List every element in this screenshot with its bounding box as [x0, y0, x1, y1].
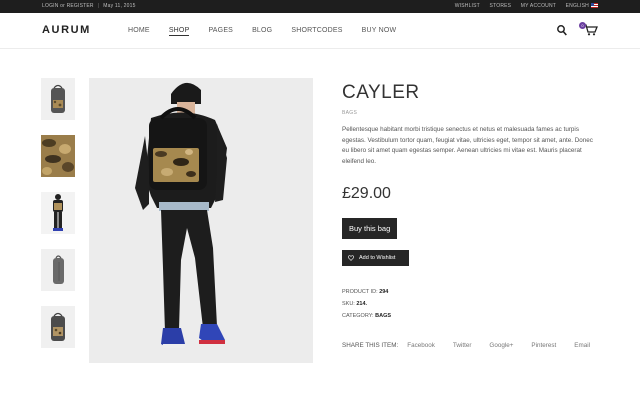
wishlist-label: Add to Wishlist	[359, 255, 396, 261]
buy-button[interactable]: Buy this bag	[342, 218, 398, 239]
main-product-image[interactable]	[89, 78, 313, 363]
nav-pages[interactable]: PAGES	[208, 27, 233, 35]
product-description: Pellentesque habitant morbi tristique se…	[342, 126, 593, 165]
share-facebook-link[interactable]: Facebook	[407, 342, 435, 349]
thumbnail-4[interactable]	[41, 249, 75, 291]
product-price: £29.00	[342, 185, 391, 202]
thumbnail-5[interactable]	[41, 306, 75, 348]
top-bar-left: LOGIN or REGISTER | May 11, 2015	[42, 0, 136, 13]
heart-icon	[348, 255, 354, 261]
model-with-backpack-image	[89, 78, 313, 363]
backpack-side-image	[53, 255, 64, 284]
site-header: AURUM HOME SHOP PAGES BLOG SHORTCODES BU…	[0, 13, 640, 49]
share-googleplus-link[interactable]: Google+	[489, 342, 513, 349]
wishlist-link[interactable]: WISHLIST	[455, 0, 480, 13]
nav-blog[interactable]: BLOG	[252, 27, 272, 35]
add-to-wishlist-button[interactable]: Add to Wishlist	[342, 250, 409, 266]
product-title: CAYLER	[342, 82, 420, 103]
nav-shortcodes[interactable]: SHORTCODES	[291, 27, 342, 35]
thumbnail-2[interactable]	[41, 135, 75, 177]
backpack-front-image	[51, 312, 65, 341]
share-email-link[interactable]: Email	[574, 342, 590, 349]
thumbnail-1[interactable]	[41, 78, 75, 120]
search-icon[interactable]	[557, 25, 567, 36]
model-image	[53, 194, 63, 231]
stores-link[interactable]: STORES	[490, 0, 512, 13]
sku-row: SKU: 214.	[342, 298, 602, 310]
nav-home[interactable]: HOME	[128, 27, 150, 35]
share-twitter-link[interactable]: Twitter	[453, 342, 472, 349]
product-id-value: 294	[379, 289, 389, 295]
share-pinterest-link[interactable]: Pinterest	[531, 342, 556, 349]
share-label: SHARE THIS ITEM:	[342, 342, 399, 349]
uk-flag-icon	[591, 3, 598, 8]
language-label: ENGLISH	[565, 3, 589, 9]
top-bar: LOGIN or REGISTER | May 11, 2015 WISHLIST …	[0, 0, 640, 13]
product-info: CAYLER BAGS Pellentesque habitant morbi …	[342, 82, 602, 349]
top-bar-right: WISHLIST STORES MY ACCOUNT ENGLISH	[447, 0, 598, 13]
thumbnail-3[interactable]	[41, 192, 75, 234]
sku-value: 214.	[356, 301, 368, 307]
category-row: CATEGORY: BAGS	[342, 310, 602, 322]
product-meta: PRODUCT ID: 294 SKU: 214. CATEGORY: BAGS	[342, 286, 602, 322]
divider: |	[97, 3, 100, 9]
logo[interactable]: AURUM	[42, 24, 91, 36]
nav-shop[interactable]: SHOP	[168, 27, 190, 36]
sku-label: SKU:	[342, 301, 355, 307]
cart-count-badge: 0	[579, 22, 586, 29]
share-bar: SHARE THIS ITEM: Facebook Twitter Google…	[342, 342, 602, 349]
category-label: CATEGORY:	[342, 313, 374, 319]
product-id-label: PRODUCT ID:	[342, 289, 378, 295]
language-selector[interactable]: ENGLISH	[566, 0, 598, 13]
my-account-link[interactable]: MY ACCOUNT	[521, 0, 556, 13]
main-nav: HOME SHOP PAGES BLOG SHORTCODES BUY NOW	[128, 13, 415, 49]
backpack-image	[51, 84, 65, 113]
login-register-link[interactable]: LOGIN or REGISTER	[42, 0, 94, 13]
nav-buy-now[interactable]: BUY NOW	[362, 27, 397, 35]
category-link[interactable]: BAGS	[375, 313, 391, 319]
product-category[interactable]: BAGS	[342, 110, 602, 116]
thumbnail-gallery	[41, 78, 75, 363]
camo-pattern-image	[41, 135, 75, 177]
product-id-row: PRODUCT ID: 294	[342, 286, 602, 298]
date-text: May 11, 2015	[103, 3, 136, 9]
